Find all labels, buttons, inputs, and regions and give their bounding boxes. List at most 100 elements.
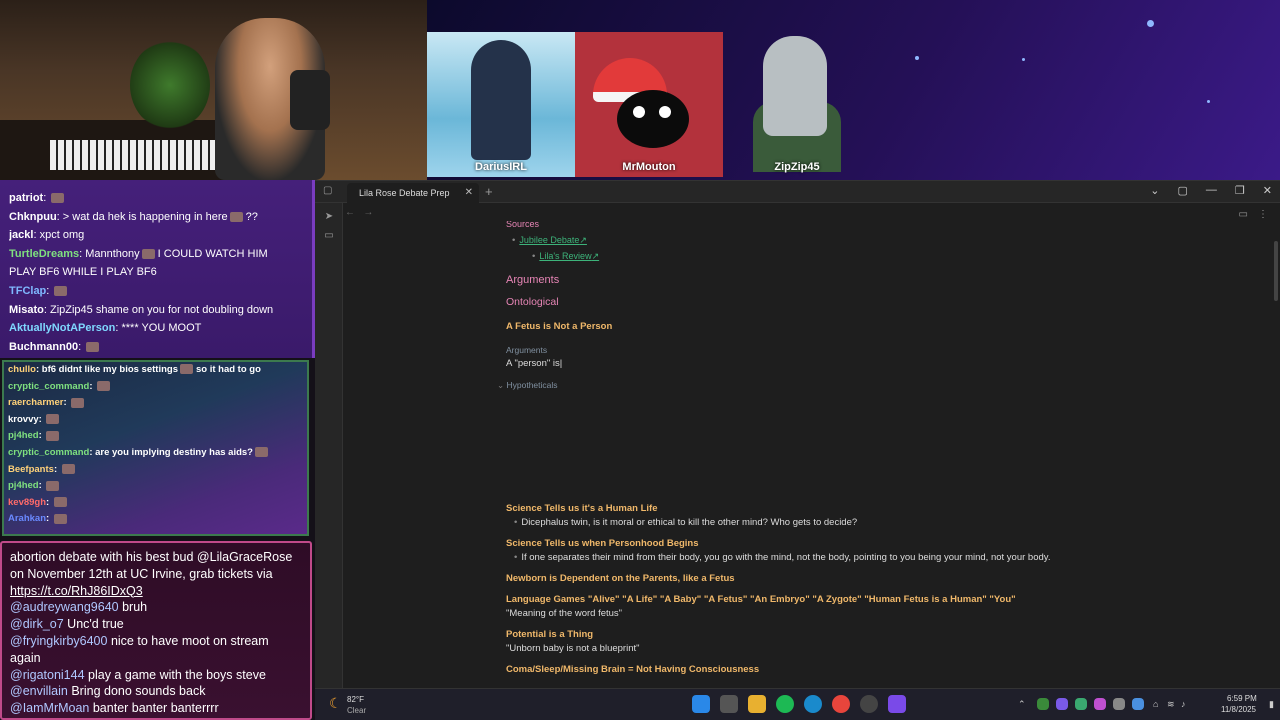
weather-icon[interactable]: ☾ bbox=[329, 695, 342, 712]
new-tab-icon[interactable]: + bbox=[485, 184, 493, 199]
network-icon[interactable]: ⌂ bbox=[1153, 699, 1158, 709]
nav-arrows: ← → bbox=[345, 207, 373, 218]
obs-icon[interactable] bbox=[860, 695, 878, 713]
chat-message: @IamMrMoan banter banter banterrrr bbox=[10, 700, 302, 717]
chat-message: PLAY BF6 WHILE I PLAY BF6 bbox=[9, 263, 304, 282]
jubilee-debate-link[interactable]: Jubilee Debate bbox=[519, 235, 579, 245]
chat-text: bruh bbox=[122, 600, 148, 615]
task-view-icon[interactable] bbox=[720, 695, 738, 713]
chat-message: krovvy: bbox=[8, 412, 303, 429]
chat-message: jackl: xpct omg bbox=[9, 229, 85, 242]
chat-message: Buchmann00: bbox=[9, 338, 304, 357]
chat-message: Misato: ZipZip45 shame on you for not do… bbox=[9, 303, 274, 316]
chat-text-suffix: I COULD WATCH HIM bbox=[157, 247, 268, 260]
tray-app-icon[interactable] bbox=[1037, 698, 1049, 710]
volume-icon[interactable]: ♪ bbox=[1181, 699, 1186, 709]
section-heading: Science Tells us it's a Human Life bbox=[506, 503, 658, 514]
webcam-feed bbox=[0, 0, 427, 180]
chat-message: patriot: bbox=[9, 189, 304, 208]
bullet-icon: • bbox=[514, 517, 518, 528]
chevron-down-icon[interactable]: ⌄ bbox=[1150, 184, 1159, 197]
tray-chevron-icon[interactable]: ⌃ bbox=[1018, 699, 1026, 710]
emote-icon bbox=[141, 248, 155, 259]
section-bullet: • If one separates their mind from their … bbox=[514, 552, 1236, 563]
emote-icon bbox=[254, 447, 268, 458]
chat-username: kev89gh bbox=[8, 496, 47, 508]
hypotheticals-heading[interactable]: ⌄ Hypotheticals bbox=[497, 380, 1236, 391]
forward-icon[interactable]: → bbox=[363, 207, 373, 218]
close-icon[interactable]: ✕ bbox=[465, 183, 473, 203]
chat-message: @audreywang9640 bruh bbox=[10, 599, 302, 616]
chat-text: **** YOU MOOT bbox=[121, 322, 202, 335]
chat-message: Beefpants: bbox=[8, 462, 303, 479]
emote-icon bbox=[54, 286, 68, 297]
emote-icon bbox=[53, 497, 67, 508]
back-icon[interactable]: ← bbox=[345, 207, 355, 218]
chat-handle: @dirk_o7 bbox=[10, 617, 64, 632]
files-icon[interactable]: ▭ bbox=[315, 230, 343, 241]
spotify-icon[interactable] bbox=[776, 695, 794, 713]
chat-username: Chknpuu bbox=[9, 210, 57, 223]
chat-handle: @envillain bbox=[10, 684, 68, 699]
note-section: Potential is a Thing "Unborn baby is not … bbox=[506, 629, 1236, 654]
participant-name: DariusIRL bbox=[475, 161, 527, 173]
start-icon[interactable] bbox=[692, 695, 710, 713]
avatar-eye bbox=[659, 106, 671, 118]
chrome-icon[interactable] bbox=[832, 695, 850, 713]
tab-lila-rose[interactable]: Lila Rose Debate Prep ✕ bbox=[347, 183, 479, 203]
tray-app-icon[interactable] bbox=[1094, 698, 1106, 710]
reading-view-icon[interactable]: ▭ bbox=[1239, 209, 1248, 220]
chat-text-suffix: ?? bbox=[245, 210, 258, 223]
avatar bbox=[617, 90, 689, 148]
emote-icon bbox=[61, 464, 75, 475]
tray-app-icon[interactable] bbox=[1113, 698, 1125, 710]
obsidian-icon[interactable] bbox=[888, 695, 906, 713]
chat-handle: @audreywang9640 bbox=[10, 600, 119, 615]
chat-message: abortion debate with his best bud @LilaG… bbox=[10, 549, 302, 599]
participant-name: MrMouton bbox=[622, 161, 676, 173]
emote-icon bbox=[46, 480, 60, 491]
avatar-eye bbox=[633, 106, 645, 118]
send-icon[interactable]: ➤ bbox=[315, 211, 343, 222]
notifications-icon[interactable]: ▮ bbox=[1269, 699, 1274, 710]
emote-icon bbox=[86, 341, 100, 352]
participant-tile-darius: DariusIRL bbox=[427, 32, 575, 177]
tray-app-icon[interactable] bbox=[1132, 698, 1144, 710]
chat-username: raercharmer bbox=[8, 397, 64, 409]
layout-icon[interactable]: ▢ bbox=[1178, 184, 1188, 197]
wifi-icon[interactable]: ≋ bbox=[1167, 699, 1175, 710]
edge-icon[interactable] bbox=[804, 695, 822, 713]
tray-app-icon[interactable] bbox=[1075, 698, 1087, 710]
note-section: Science Tells us when Personhood Begins •… bbox=[506, 538, 1236, 563]
sidebar-toggle-icon[interactable]: ▢ bbox=[323, 185, 332, 196]
chat-link[interactable]: https://t.co/RhJ86IDxQ3 bbox=[10, 584, 143, 598]
chat-message: @dirk_o7 Unc'd true bbox=[10, 616, 302, 633]
scrollbar[interactable] bbox=[1274, 241, 1278, 301]
chat-text-suffix: so it had to go bbox=[195, 364, 261, 375]
clock-time[interactable]: 6:59 PM bbox=[1227, 694, 1257, 703]
note-content: Sources • Jubilee Debate↗ • Lila's Review↗… bbox=[497, 221, 1236, 675]
editing-line[interactable]: A "person" is| bbox=[506, 358, 1236, 369]
star bbox=[1147, 20, 1154, 27]
lilas-review-link[interactable]: Lila's Review bbox=[539, 251, 591, 261]
file-explorer-icon[interactable] bbox=[748, 695, 766, 713]
plant bbox=[130, 40, 210, 130]
chat-username: TFClap bbox=[9, 284, 47, 297]
clock-date[interactable]: 11/8/2025 bbox=[1221, 705, 1256, 714]
weather-desc[interactable]: Clear bbox=[347, 706, 366, 715]
chat-message: Chknpuu: > wat da hek is happening in he… bbox=[9, 210, 258, 223]
section-heading: Newborn is Dependent on the Parents, lik… bbox=[506, 573, 735, 584]
more-options-icon[interactable]: ⋮ bbox=[1258, 209, 1268, 220]
weather-temp[interactable]: 82°F bbox=[347, 695, 364, 704]
view-controls: ▭ ⋮ bbox=[1239, 209, 1268, 220]
close-window-icon[interactable]: ✕ bbox=[1263, 184, 1272, 197]
minimize-icon[interactable]: — bbox=[1206, 184, 1217, 197]
maximize-icon[interactable]: ❐ bbox=[1235, 184, 1245, 197]
keyboard bbox=[50, 140, 220, 170]
chat-username: Misato bbox=[9, 303, 44, 316]
tray-app-icon[interactable] bbox=[1056, 698, 1068, 710]
chat-message: @fryingkirby6400 nice to have moot on st… bbox=[10, 633, 302, 667]
emote-icon bbox=[229, 211, 243, 222]
chat-message: Arahkan: bbox=[8, 511, 303, 528]
chat-text: Unc'd true bbox=[67, 617, 124, 632]
